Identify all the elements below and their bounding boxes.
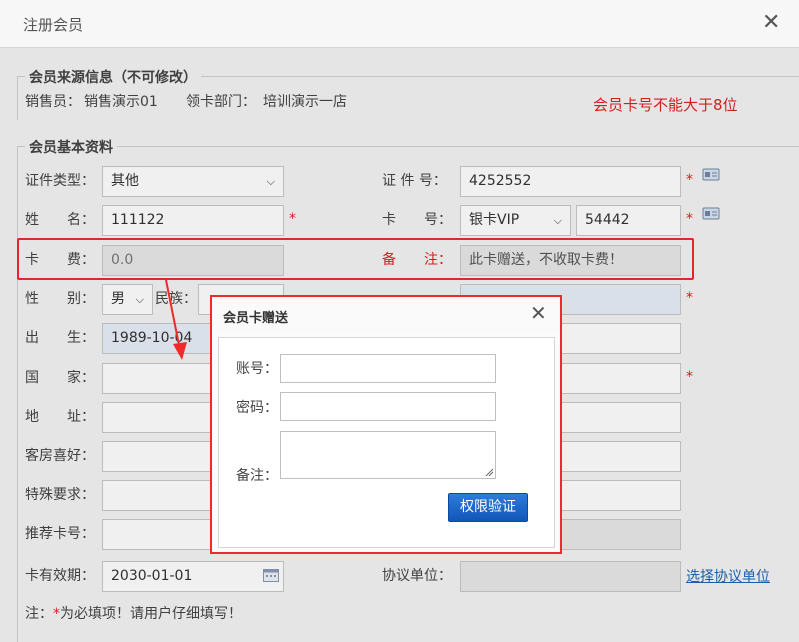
agreement-label: 协议单位： [382,568,452,584]
gender-label: 性 别： [25,291,95,307]
modal-title: 会员卡赠送 [223,311,289,326]
card-type-value: 银卡VIP [469,212,520,228]
required-star: * [686,290,693,306]
note-text: 为必填项！请用户仔细填写！ [60,606,242,622]
basic-legend: 会员基本资料 [25,137,117,157]
chevron-down-icon: ⌵ [135,293,144,306]
name-label: 姓 名： [25,212,95,228]
salesperson-label: 销售员： [25,94,81,110]
remark-label: 备注： [236,468,278,484]
name-input[interactable]: 111122 [102,205,284,236]
address-label: 地 址： [25,409,95,425]
id-no-input[interactable]: 4252552 [460,166,681,197]
id-type-select[interactable]: 其他 ⌵ [102,166,284,197]
password-label: 密码： [236,400,278,416]
room-pref-label: 客房喜好： [25,448,95,464]
remark-textarea[interactable] [280,431,496,479]
card-length-warning: 会员卡号不能大于8位 [593,96,738,114]
chevron-down-icon: ⌵ [266,175,275,188]
gift-card-modal: 会员卡赠送 ✕ 账号： 密码： 备注： 权限验证 [210,295,562,554]
required-star: * [686,172,693,188]
id-no-label: 证 件 号： [382,173,447,189]
dept-label: 领卡部门： [186,94,256,110]
required-star: * [686,211,693,227]
id-type-label: 证件类型： [25,173,95,189]
birth-label: 出 生： [25,330,95,346]
special-label: 特殊要求： [25,487,95,503]
required-star: * [289,211,296,227]
card-no-input[interactable]: 54442 [576,205,681,236]
verify-permission-button[interactable]: 权限验证 [448,493,528,522]
calendar-icon[interactable] [263,568,279,582]
gender-value: 男 [111,291,125,307]
gender-select[interactable]: 男 ⌵ [102,284,153,315]
note-star: * [53,606,60,622]
dialog-titlebar: 注册会员 ✕ [0,0,799,48]
agreement-input [460,561,681,592]
required-star: * [686,369,693,385]
card-no-label: 卡 号： [382,212,452,228]
id-card-reader-icon[interactable] [702,167,720,181]
account-input[interactable] [280,354,496,383]
card-type-select[interactable]: 银卡VIP ⌵ [460,205,571,236]
resize-handle-icon[interactable] [485,468,493,476]
fee-row-highlight [17,238,694,280]
card-reader-icon[interactable] [702,206,720,220]
close-icon[interactable]: ✕ [762,10,780,36]
id-type-value: 其他 [111,173,139,189]
dialog-title: 注册会员 [23,16,84,34]
account-label: 账号： [236,361,278,377]
password-input[interactable] [280,392,496,421]
country-label: 国 家： [25,370,95,386]
dept-value: 培训演示一店 [263,94,347,110]
chevron-down-icon: ⌵ [553,214,562,227]
select-agreement-link[interactable]: 选择协议单位 [686,566,770,586]
validity-input[interactable]: 2030-01-01 [102,561,284,592]
modal-body: 账号： 密码： 备注： 权限验证 [218,337,555,548]
source-legend: 会员来源信息（不可修改） [25,67,201,87]
footer-note: 注：*为必填项！请用户仔细填写！ [25,604,242,624]
close-icon[interactable]: ✕ [530,301,547,325]
referral-label: 推荐卡号： [25,526,95,542]
annotation-arrow-icon [165,279,187,360]
modal-header: 会员卡赠送 ✕ [212,297,560,333]
validity-label: 卡有效期： [25,568,95,584]
salesperson-value: 销售演示01 [84,94,158,110]
note-prefix: 注： [25,606,53,622]
